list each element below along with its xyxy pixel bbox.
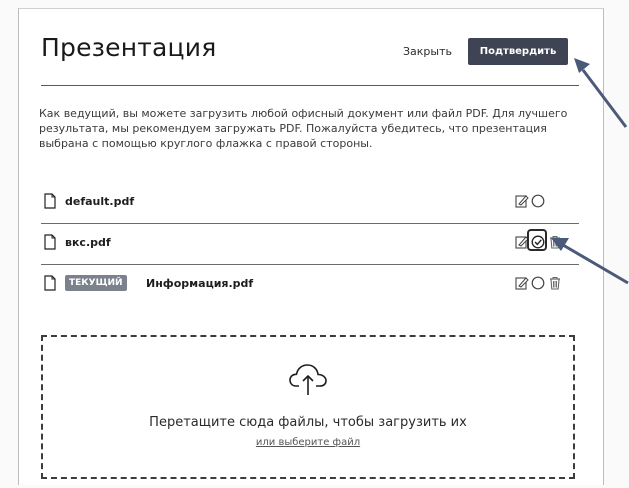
file-row-vks[interactable]: вкс.pdf: [41, 226, 579, 262]
page-title: Презентация: [41, 33, 217, 62]
dropzone-text: Перетащите сюда файлы, чтобы загрузить и…: [149, 415, 467, 430]
file-icon: [44, 234, 56, 250]
edit-icon[interactable]: [515, 194, 529, 208]
presentation-dialog: Презентация Закрыть Подтвердить Как веду…: [18, 8, 604, 485]
cloud-upload-icon: [288, 361, 328, 397]
row-divider: [41, 264, 579, 265]
header-divider: [41, 85, 579, 86]
file-name: вкс.pdf: [65, 236, 111, 249]
trash-icon[interactable]: [548, 235, 562, 249]
radio-icon[interactable]: [531, 194, 545, 208]
file-row-default[interactable]: default.pdf: [41, 185, 579, 221]
current-badge: ТЕКУЩИЙ: [65, 275, 127, 291]
confirm-button[interactable]: Подтвердить: [468, 38, 568, 65]
file-row-informatsiya[interactable]: ТЕКУЩИЙ Информация.pdf: [41, 267, 579, 303]
file-name: Информация.pdf: [146, 277, 254, 290]
info-text: Как ведущий, вы можете загрузить любой о…: [39, 107, 568, 150]
file-dropzone[interactable]: Перетащите сюда файлы, чтобы загрузить и…: [41, 335, 575, 479]
dropzone-link-wrap: или выберите файл: [43, 437, 573, 448]
radio-icon[interactable]: [531, 276, 545, 290]
file-name: default.pdf: [65, 195, 135, 208]
choose-file-link[interactable]: или выберите файл: [256, 437, 360, 448]
row-divider: [41, 223, 579, 224]
close-button[interactable]: Закрыть: [403, 45, 452, 58]
file-icon: [44, 275, 56, 291]
edit-icon[interactable]: [515, 276, 529, 290]
file-icon: [44, 193, 56, 209]
radio-checked-icon[interactable]: [531, 235, 545, 249]
trash-icon[interactable]: [548, 276, 562, 290]
